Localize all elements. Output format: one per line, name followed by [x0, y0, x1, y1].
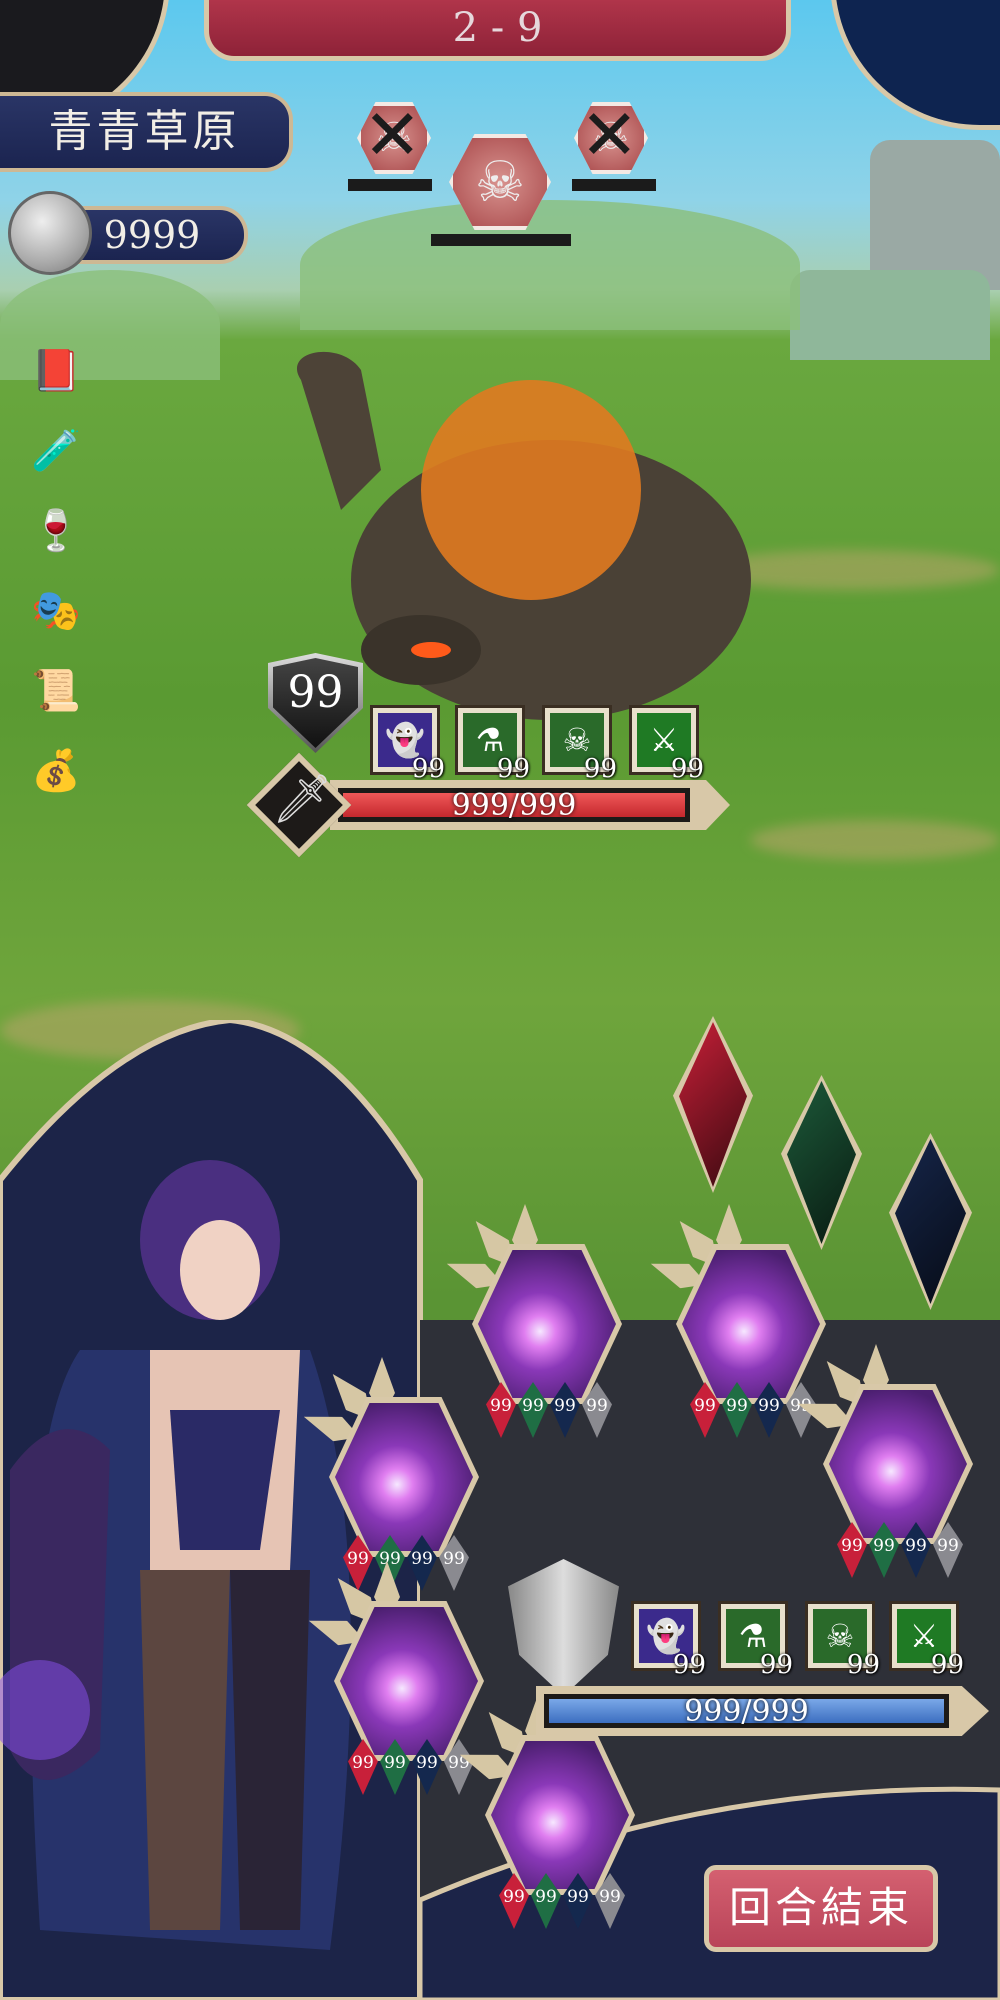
status-effect[interactable]: ⚔ 99 — [629, 705, 704, 784]
card-art — [676, 1244, 826, 1404]
card-cost-gem: 99 — [722, 1382, 752, 1438]
card-art — [334, 1601, 484, 1761]
card-art — [472, 1244, 622, 1404]
void-claw-icon — [682, 1250, 820, 1398]
card-cost-gem: 99 — [412, 1739, 442, 1795]
card-costs: 99999999 — [837, 1522, 963, 1578]
enemy-queue-bar — [431, 234, 571, 246]
skill-card[interactable]: 99999999 — [676, 1204, 826, 1439]
card-cost-gem: 99 — [754, 1382, 784, 1438]
skill-card[interactable]: 99999999 — [329, 1357, 479, 1592]
status-count: 99 — [670, 754, 704, 784]
status-count: 99 — [411, 754, 445, 784]
card-costs: 99999999 — [486, 1382, 612, 1438]
void-claw-icon — [491, 1741, 629, 1889]
status-effect[interactable]: ☠ 99 — [542, 705, 617, 784]
card-cost-gem: 99 — [380, 1739, 410, 1795]
skull-icon: ☠ — [361, 106, 427, 170]
card-cost-gem: 99 — [531, 1873, 561, 1929]
skull-icon: ☠ — [453, 138, 547, 226]
enemy-hp-text: 999/999 — [451, 787, 577, 823]
skill-card[interactable]: 99999999 — [472, 1204, 622, 1439]
card-cost-gem: 99 — [343, 1535, 373, 1591]
enemy-queue-bar — [572, 179, 656, 191]
void-claw-icon — [478, 1250, 616, 1398]
status-effect[interactable]: 👻 99 — [370, 705, 445, 784]
status-count: 99 — [846, 1650, 880, 1680]
card-cost-gem: 99 — [582, 1382, 612, 1438]
stage-banner: 2 - 9 — [204, 0, 791, 61]
player-hp-bar: 999/999 — [536, 1686, 989, 1736]
card-costs: 99999999 — [348, 1739, 474, 1795]
card-art — [485, 1735, 635, 1895]
status-count: 99 — [930, 1650, 964, 1680]
dagger-icon: 🗡 — [272, 771, 333, 827]
end-turn-button[interactable]: 回合結束 — [704, 1865, 938, 1952]
enemy-hp-bar: 999/999 — [330, 780, 730, 830]
card-cost-gem: 99 — [439, 1535, 469, 1591]
red-potion-icon[interactable]: 🧪 — [26, 420, 86, 480]
status-effect[interactable]: 👻 99 — [631, 1601, 706, 1680]
card-cost-gem: 99 — [933, 1522, 963, 1578]
card-cost-gem: 99 — [407, 1535, 437, 1591]
status-count: 99 — [759, 1650, 793, 1680]
card-art — [823, 1384, 973, 1544]
cliff — [870, 140, 1000, 290]
card-costs: 99999999 — [499, 1873, 625, 1929]
card-cost-gem: 99 — [690, 1382, 720, 1438]
card-cost-gem: 99 — [348, 1739, 378, 1795]
monster-eye — [411, 642, 451, 658]
card-costs: 99999999 — [690, 1382, 816, 1438]
card-costs: 99999999 — [343, 1535, 469, 1591]
monster-horn — [296, 351, 381, 510]
dirt-patch — [750, 820, 1000, 860]
card-cost-gem: 99 — [444, 1739, 474, 1795]
status-count: 99 — [672, 1650, 706, 1680]
status-count: 99 — [496, 754, 530, 784]
card-cost-gem: 99 — [869, 1522, 899, 1578]
spellbook-icon[interactable]: 📕 — [26, 340, 86, 400]
small-red-potion-icon[interactable]: 🍷 — [26, 500, 86, 560]
card-cost-gem: 99 — [837, 1522, 867, 1578]
player-hp-text: 999/999 — [684, 1693, 809, 1729]
void-claw-icon — [829, 1390, 967, 1538]
location-label: 青青草原 — [0, 92, 293, 172]
card-cost-gem: 99 — [550, 1382, 580, 1438]
card-cost-gem: 99 — [563, 1873, 593, 1929]
status-effect[interactable]: ☠ 99 — [805, 1601, 880, 1680]
card-cost-gem: 99 — [901, 1522, 931, 1578]
void-claw-icon — [335, 1403, 473, 1551]
monster-glow-hump — [421, 380, 641, 600]
skull-icon: ☠ — [578, 106, 644, 170]
enemy-hp-fill: 999/999 — [343, 788, 685, 823]
hill — [300, 200, 800, 330]
card-cost-gem: 99 — [595, 1873, 625, 1929]
status-effect[interactable]: ⚗ 99 — [718, 1601, 793, 1680]
void-claw-icon — [340, 1607, 478, 1755]
skill-card[interactable]: 99999999 — [485, 1695, 635, 1930]
status-effect[interactable]: ⚔ 99 — [889, 1601, 964, 1680]
skill-card[interactable]: 99999999 — [334, 1561, 484, 1796]
silver-coin-icon — [8, 191, 92, 275]
cliff — [790, 270, 990, 360]
hooded-mask-icon[interactable]: 🎭 — [26, 580, 86, 640]
skill-card[interactable]: 99999999 — [823, 1344, 973, 1579]
card-cost-gem: 99 — [486, 1382, 516, 1438]
status-effect[interactable]: ⚗ 99 — [455, 705, 530, 784]
status-count: 99 — [583, 754, 617, 784]
player-hp-fill: 999/999 — [549, 1694, 944, 1729]
enemy-queue-bar — [348, 179, 432, 191]
scroll-icon[interactable]: 📜 — [26, 660, 86, 720]
card-cost-gem: 99 — [518, 1382, 548, 1438]
card-cost-gem: 99 — [499, 1873, 529, 1929]
gold-pouch-icon[interactable]: 💰 — [26, 740, 86, 800]
card-art — [329, 1397, 479, 1557]
